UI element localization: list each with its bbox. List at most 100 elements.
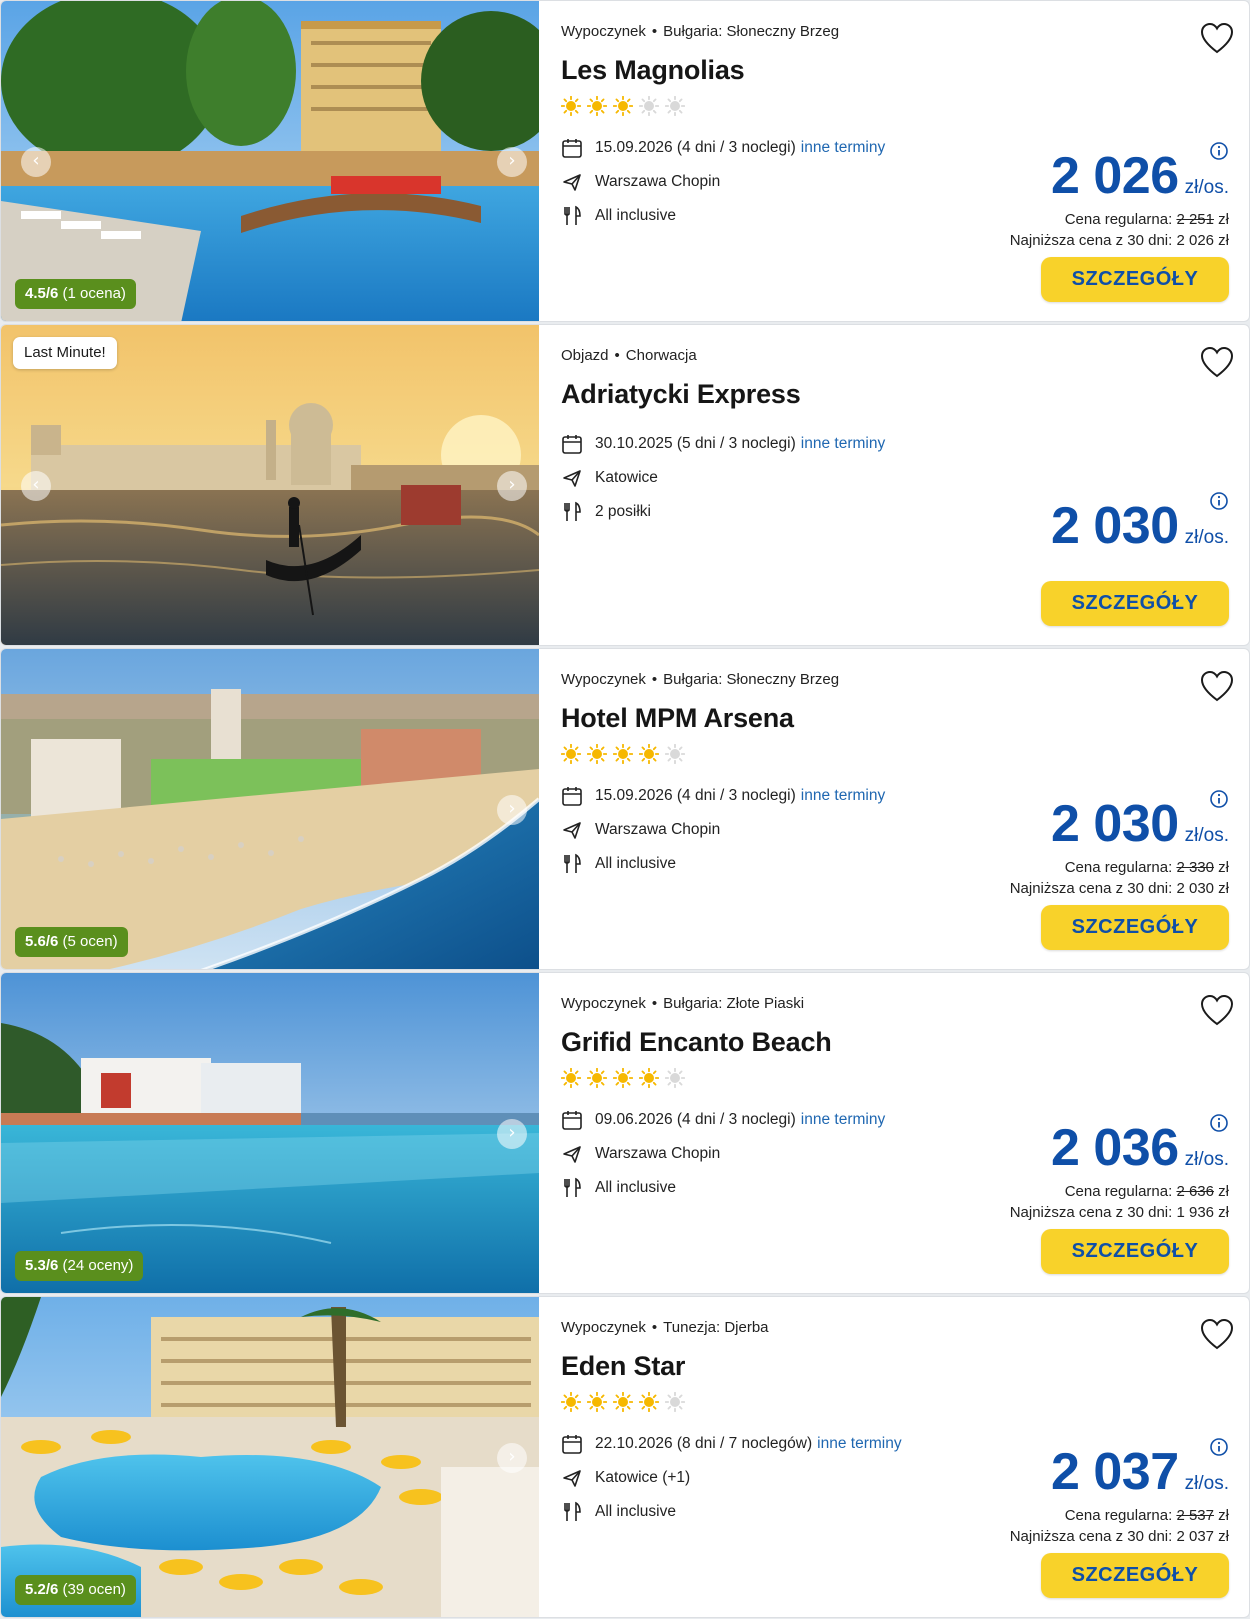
hotel-name[interactable]: Eden Star (561, 1351, 981, 1382)
resort-palms-photo (1, 1297, 539, 1617)
rating-badge: 5.6/6 (5 ocen) (15, 927, 128, 957)
info-icon[interactable] (1209, 1437, 1229, 1457)
hotel-stars (561, 1068, 981, 1088)
other-dates-link[interactable]: inne terminy (801, 787, 885, 805)
offer-departure-row: Katowice (561, 466, 981, 490)
sun-icon (561, 1068, 581, 1088)
calendar-icon (562, 787, 582, 806)
price-box: 2 037 zł/os. Cena regularna: 2 537 zł Naj… (899, 1438, 1229, 1545)
offer-date-row: 30.10.2025 (5 dni / 3 noclegi) inne term… (561, 432, 981, 456)
other-dates-link[interactable]: inne terminy (801, 139, 885, 157)
beach-resort-photo (1, 649, 539, 969)
rating-badge: 4.5/6 (1 ocena) (15, 279, 136, 309)
chevron-right-icon[interactable]: › (497, 471, 527, 501)
offer-board: All inclusive (595, 855, 676, 872)
cutlery-icon (564, 501, 581, 521)
other-dates-link[interactable]: inne terminy (817, 1435, 901, 1453)
info-icon[interactable] (1209, 1113, 1229, 1133)
sun-icon (639, 1068, 659, 1088)
other-dates-link[interactable]: inne terminy (801, 1111, 885, 1129)
offer-photo[interactable]: Last Minute! ‹ › (1, 325, 539, 645)
plane-icon (563, 1146, 581, 1163)
sun-icon (587, 96, 607, 116)
regular-price: Cena regularna: 2 537 zł (1064, 1507, 1229, 1524)
heart-icon[interactable] (1199, 1317, 1235, 1353)
tour-name[interactable]: Adriatycki Express (561, 379, 981, 410)
rating-badge: 5.2/6 (39 ocen) (15, 1575, 136, 1605)
price-per-person: zł/os. (1184, 177, 1229, 198)
price-amount: 2 026 (1051, 147, 1179, 205)
chevron-right-icon[interactable]: › (497, 1119, 527, 1149)
chevron-left-icon[interactable]: ‹ (21, 147, 51, 177)
heart-icon[interactable] (1199, 669, 1235, 705)
regular-price: Cena regularna: 2 636 zł (1064, 1183, 1229, 1200)
hotel-name[interactable]: Les Magnolias (561, 55, 981, 86)
offer-destination: Chorwacja (625, 347, 697, 364)
info-icon[interactable] (1209, 491, 1229, 511)
offer-photo[interactable]: ‹ › 5.6/6 (5 ocen) (1, 649, 539, 969)
info-icon[interactable] (1209, 789, 1229, 809)
offer-card[interactable]: Last Minute! ‹ › Objazd • Chorwacja Adriat… (0, 324, 1250, 646)
heart-icon[interactable] (1199, 345, 1235, 381)
details-button[interactable]: SZCZEGÓŁY (1041, 581, 1229, 626)
regular-price-value: 2 330 (1176, 859, 1214, 876)
offer-date: 09.06.2026 (4 dni / 3 noclegi) (595, 1111, 796, 1128)
sun-icon (561, 1392, 581, 1412)
regular-price-value: 2 636 (1176, 1183, 1214, 1200)
venice-sunset-photo (1, 325, 539, 645)
offer-card[interactable]: ‹ › 5.3/6 (24 oceny) Wypoczynek•Bułgaria… (0, 972, 1250, 1294)
heart-icon[interactable] (1199, 21, 1235, 57)
plane-icon (563, 1470, 581, 1487)
chevron-right-icon[interactable]: › (497, 1443, 527, 1473)
price-box: 2 036 zł/os. Cena regularna: 2 636 zł Naj… (899, 1114, 1229, 1221)
offer-category: Wypoczynek • Bułgaria: Słoneczny Brzeg (561, 23, 840, 40)
sun-icon-empty (665, 96, 685, 116)
sun-icon (639, 744, 659, 764)
hotel-pool-photo (1, 1, 539, 321)
cutlery-icon (564, 205, 581, 225)
offer-type: Objazd (561, 347, 609, 364)
chevron-right-icon[interactable]: › (497, 795, 527, 825)
sun-icon (613, 744, 633, 764)
rating-count: (1 ocena) (62, 285, 126, 302)
sun-icon-empty (665, 744, 685, 764)
last-minute-badge: Last Minute! (13, 337, 117, 369)
calendar-icon (562, 1435, 582, 1454)
cutlery-icon (564, 1501, 581, 1521)
hotel-name[interactable]: Hotel MPM Arsena (561, 703, 981, 734)
offer-type: Wypoczynek (561, 23, 646, 40)
offer-photo[interactable]: ‹ › 5.3/6 (24 oceny) (1, 973, 539, 1293)
offer-photo[interactable]: ‹ › 5.2/6 (39 ocen) (1, 1297, 539, 1617)
info-icon[interactable] (1209, 141, 1229, 161)
offer-card[interactable]: ‹ › 5.6/6 (5 ocen) Wypoczynek•Bułgaria: … (0, 648, 1250, 970)
details-button[interactable]: SZCZEGÓŁY (1041, 257, 1229, 302)
rating-count: (39 ocen) (62, 1581, 126, 1598)
offer-category: Objazd • Chorwacja (561, 347, 697, 364)
offer-type: Wypoczynek (561, 995, 646, 1012)
offer-departure: Warszawa Chopin (595, 173, 721, 190)
rating-count: (5 ocen) (62, 933, 118, 950)
regular-price: Cena regularna: 2 330 zł (1064, 859, 1229, 876)
price-amount: 2 036 (1051, 1119, 1179, 1177)
offer-card[interactable]: ‹ › 5.2/6 (39 ocen) Wypoczynek•Tunezja: … (0, 1296, 1250, 1618)
sun-icon (561, 96, 581, 116)
chevron-left-icon[interactable]: ‹ (21, 471, 51, 501)
calendar-icon (562, 139, 582, 158)
offer-type: Wypoczynek (561, 1319, 646, 1336)
sun-icon (561, 744, 581, 764)
plane-icon (563, 470, 581, 487)
sun-icon (587, 1068, 607, 1088)
price-box: 2 030 zł/os. (899, 492, 1229, 555)
chevron-right-icon[interactable]: › (497, 147, 527, 177)
hotel-name[interactable]: Grifid Encanto Beach (561, 1027, 981, 1058)
heart-icon[interactable] (1199, 993, 1235, 1029)
details-button[interactable]: SZCZEGÓŁY (1041, 1553, 1229, 1598)
calendar-icon (562, 1111, 582, 1130)
offer-card[interactable]: ‹ › 4.5/6 (1 ocena) Wypoczynek • Bułgaria:… (0, 0, 1250, 322)
details-button[interactable]: SZCZEGÓŁY (1041, 1229, 1229, 1274)
offer-photo[interactable]: ‹ › 4.5/6 (1 ocena) (1, 1, 539, 321)
details-button[interactable]: SZCZEGÓŁY (1041, 905, 1229, 950)
other-dates-link[interactable]: inne terminy (801, 435, 885, 453)
rating-score: 5.6/6 (25, 933, 59, 950)
offer-board: All inclusive (595, 207, 676, 224)
